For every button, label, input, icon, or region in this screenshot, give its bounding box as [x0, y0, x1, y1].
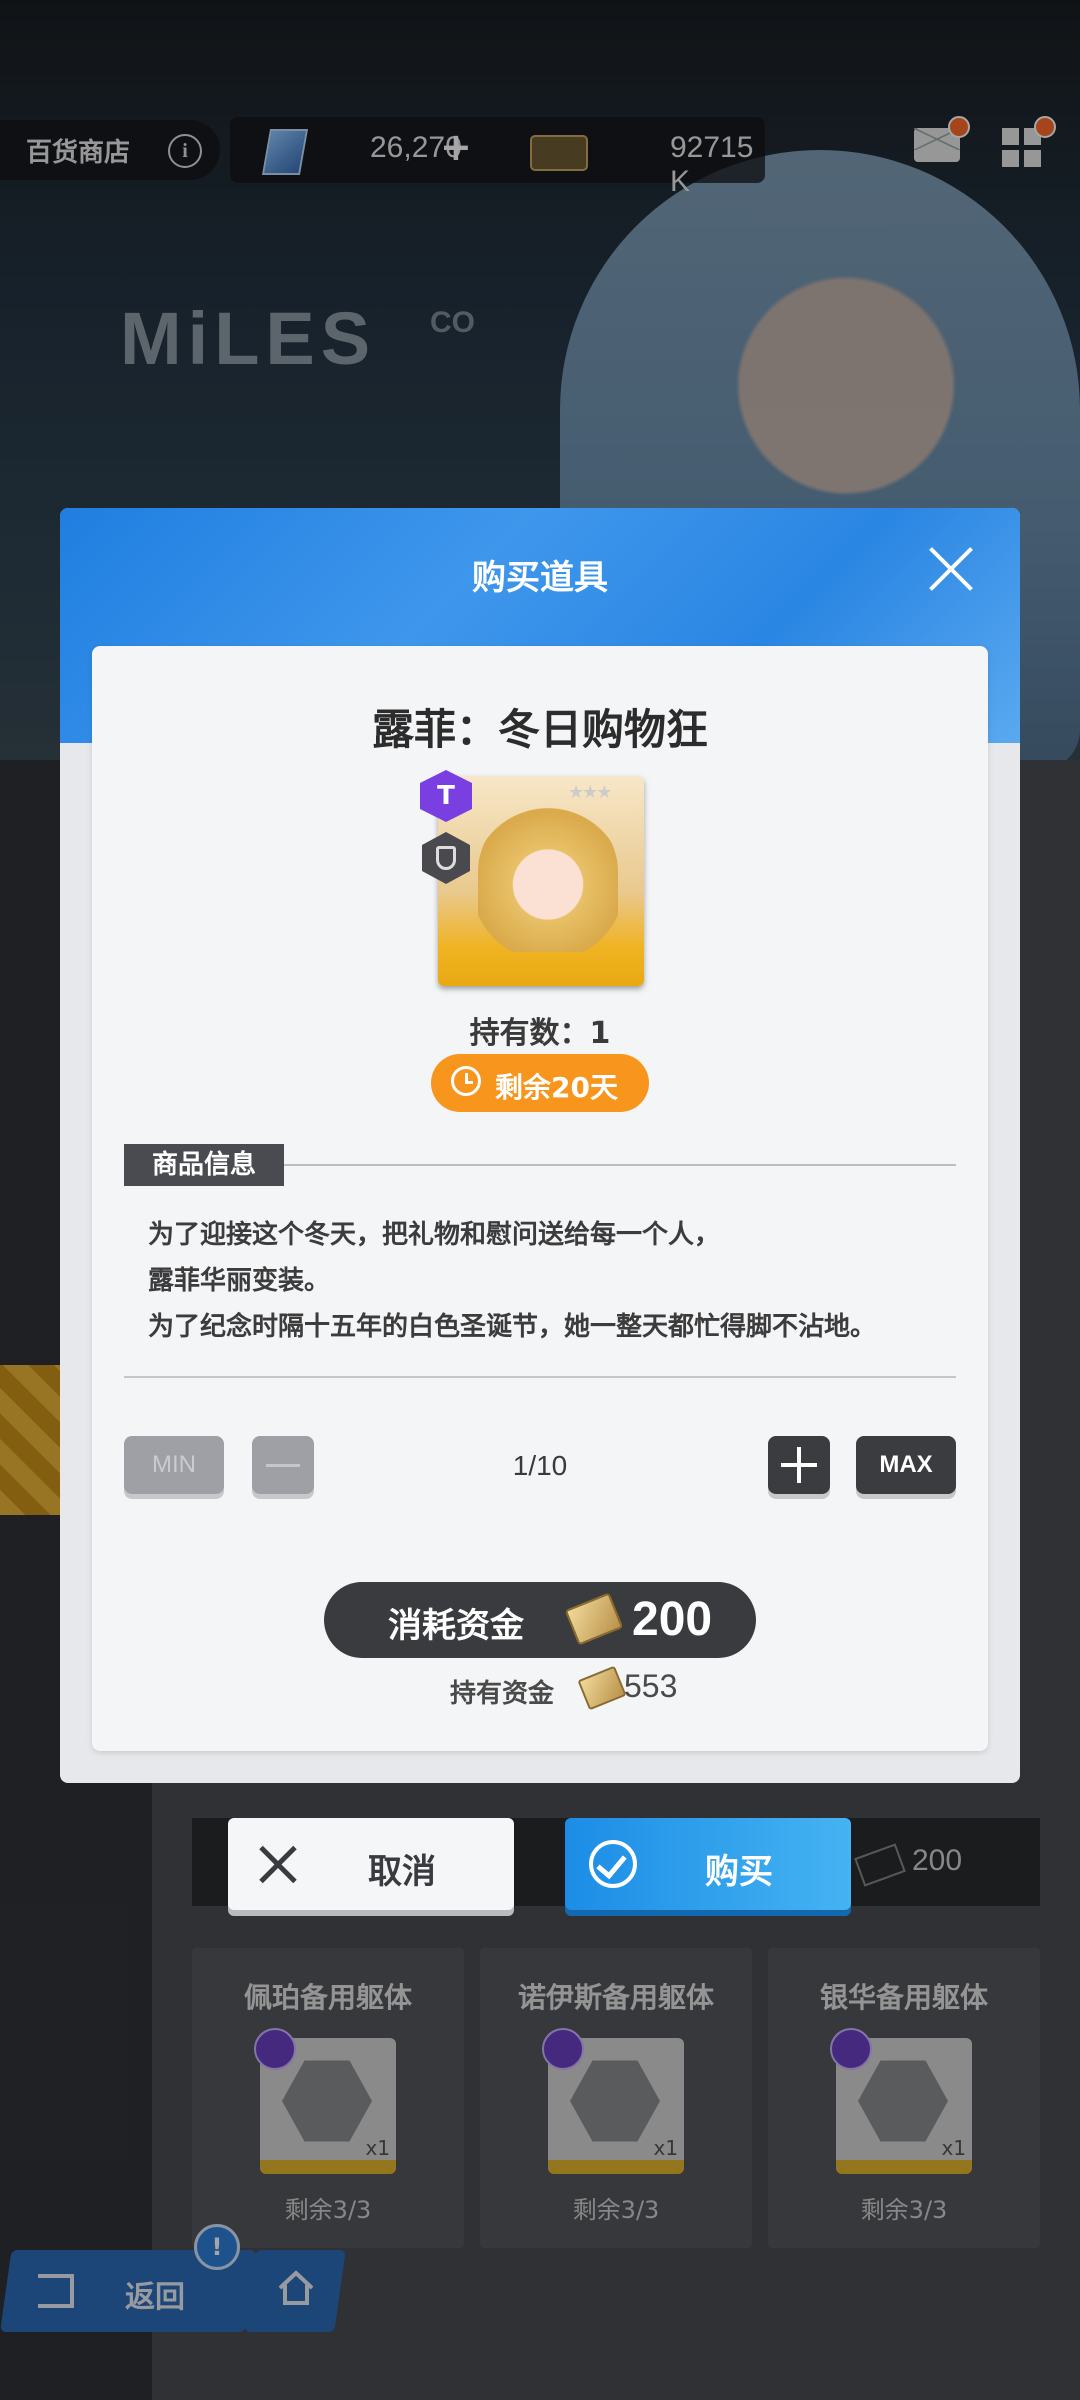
item-name: 露菲：冬日购物狂 — [371, 705, 708, 754]
held-funds-label: 持有资金 — [450, 1679, 555, 1709]
divider — [124, 1376, 956, 1378]
close-icon — [258, 1844, 298, 1884]
close-icon[interactable] — [926, 544, 976, 594]
item-portrait — [478, 802, 618, 952]
cancel-label: 取消 — [368, 1852, 436, 1892]
rarity-stars-icon: ★★★ — [568, 782, 612, 803]
purchase-dialog: 购买道具 露菲：冬日购物狂 ★★★ T 持有数：1 剩余20天 商品信息 为了迎… — [60, 508, 1020, 1783]
divider — [284, 1164, 956, 1166]
cancel-button[interactable]: 取消 — [228, 1818, 514, 1910]
cost-label: 消耗资金 — [388, 1606, 524, 1646]
funds-ticket-icon — [577, 1665, 627, 1711]
check-icon — [589, 1840, 637, 1888]
buy-label: 购买 — [705, 1852, 773, 1892]
cost-value: 200 — [632, 1593, 713, 1646]
clock-icon — [451, 1066, 481, 1096]
time-remaining-text: 剩余20天 — [495, 1071, 618, 1104]
description-line: 为了纪念时隔十五年的白色圣诞节，她一整天都忙得脚不沾地。 — [148, 1312, 877, 1342]
quantity-display: 1/10 — [512, 1450, 568, 1481]
cost-pill: 消耗资金 200 — [324, 1582, 756, 1658]
time-remaining-badge: 剩余20天 — [431, 1054, 649, 1112]
item-info-heading: 商品信息 — [124, 1144, 284, 1186]
increase-quantity-button[interactable] — [768, 1436, 830, 1494]
item-panel: 露菲：冬日购物狂 ★★★ T 持有数：1 剩余20天 商品信息 为了迎接这个冬天… — [92, 646, 988, 1751]
description-line: 为了迎接这个冬天，把礼物和慰问送给每一个人， — [148, 1220, 721, 1250]
description-line: 露菲华丽变装。 — [148, 1266, 331, 1296]
owned-count: 持有数：1 — [469, 1016, 611, 1051]
held-funds-value: 553 — [624, 1668, 678, 1704]
item-description: 为了迎接这个冬天，把礼物和慰问送给每一个人， 露菲华丽变装。 为了纪念时隔十五年… — [148, 1212, 948, 1350]
buy-button[interactable]: 购买 — [565, 1818, 851, 1910]
max-quantity-button[interactable]: MAX — [856, 1436, 956, 1494]
funds-ticket-icon — [564, 1592, 624, 1646]
dialog-title: 购买道具 — [472, 558, 608, 598]
